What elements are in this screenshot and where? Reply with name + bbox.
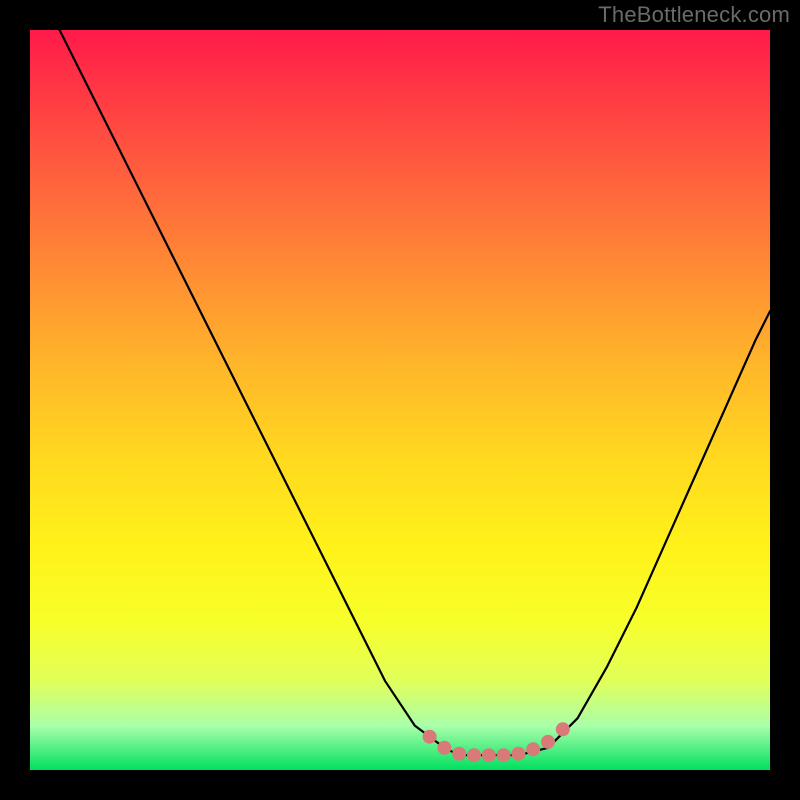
watermark-text: TheBottleneck.com	[598, 2, 790, 28]
highlight-marker	[437, 741, 451, 755]
plot-area	[30, 30, 770, 770]
highlight-marker	[556, 722, 570, 736]
highlight-marker	[467, 748, 481, 762]
chart-frame: TheBottleneck.com	[0, 0, 800, 800]
highlight-marker	[526, 742, 540, 756]
highlight-marker	[511, 747, 525, 761]
curve-layer	[30, 30, 770, 770]
highlight-marker	[541, 735, 555, 749]
bottleneck-curve	[30, 30, 770, 755]
highlight-marker	[423, 730, 437, 744]
highlight-marker	[482, 748, 496, 762]
highlight-marker	[497, 748, 511, 762]
highlight-marker	[452, 747, 466, 761]
